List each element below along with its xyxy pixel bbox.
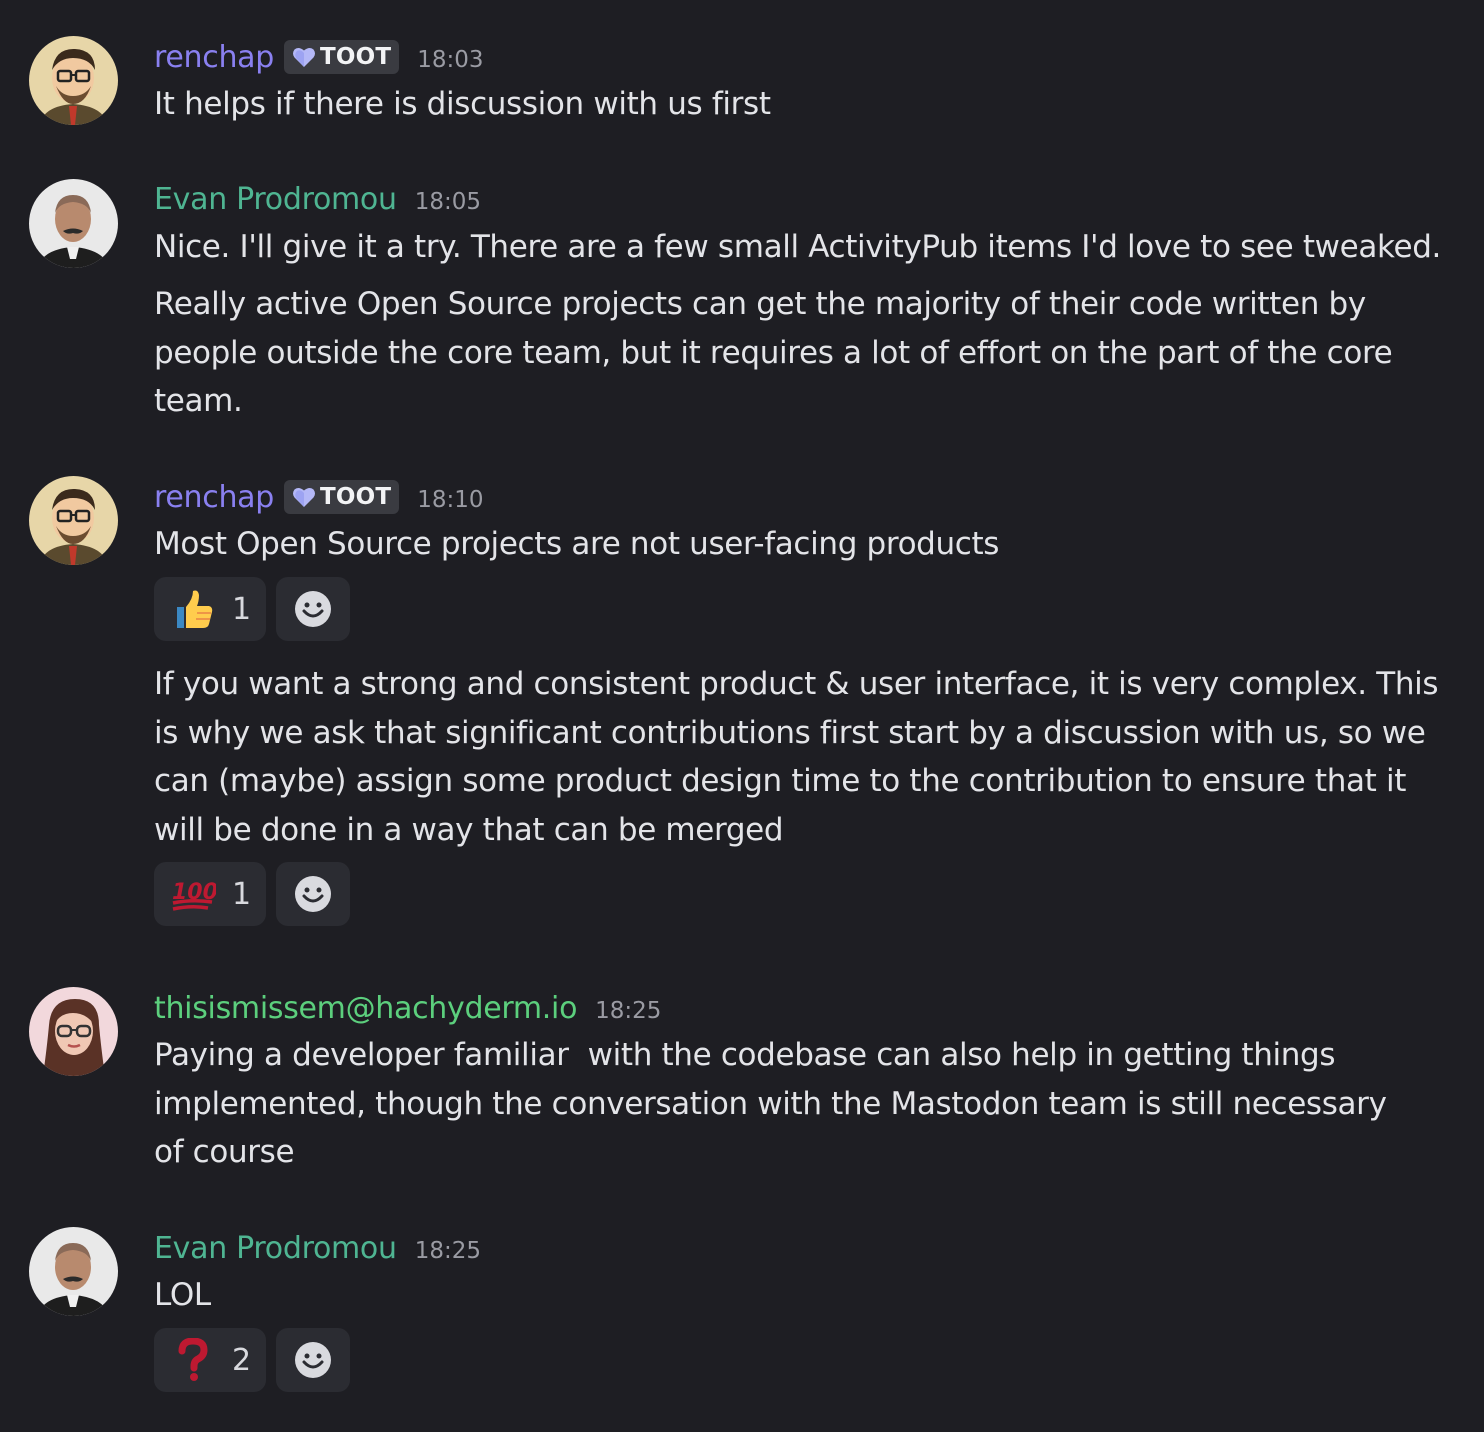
- add-reaction-icon: [295, 591, 331, 627]
- avatar-renchap[interactable]: [29, 36, 118, 125]
- timestamp[interactable]: 18:10: [417, 487, 483, 513]
- timestamp[interactable]: 18:25: [415, 1238, 481, 1264]
- timestamp[interactable]: 18:25: [595, 998, 661, 1024]
- reactions-bar: 2: [154, 1328, 350, 1392]
- reaction-thumbs-up[interactable]: 1: [154, 577, 266, 641]
- message-header: thisismissem@hachyderm.io 18:25: [154, 988, 661, 1028]
- add-reaction-button[interactable]: [276, 1328, 350, 1392]
- server-tag[interactable]: TOOT: [283, 40, 400, 74]
- message-text: If you want a strong and consistent prod…: [154, 666, 1448, 848]
- avatar-evan-image: [29, 1227, 118, 1316]
- avatar-renchap-image: [29, 36, 118, 125]
- username[interactable]: renchap: [154, 480, 274, 515]
- reactions-bar: 100 1: [154, 862, 350, 926]
- heart-icon: [292, 47, 315, 67]
- message-text: LOL: [154, 1277, 211, 1313]
- message-text: Nice. I'll give it a try. There are a fe…: [154, 229, 1442, 265]
- avatar-evan-image: [29, 179, 118, 268]
- heart-icon: [292, 487, 315, 507]
- timestamp[interactable]: 18:05: [415, 189, 481, 215]
- avatar-thisismissem[interactable]: [29, 987, 118, 1076]
- thumbs-up-icon: [170, 586, 216, 632]
- message-text: It helps if there is discussion with us …: [154, 86, 771, 122]
- username[interactable]: renchap: [154, 40, 274, 75]
- username[interactable]: Evan Prodromou: [154, 182, 397, 217]
- add-reaction-icon: [295, 876, 331, 912]
- server-tag[interactable]: TOOT: [283, 480, 400, 514]
- username[interactable]: thisismissem@hachyderm.io: [154, 991, 577, 1026]
- reaction-question-mark[interactable]: 2: [154, 1328, 266, 1392]
- server-tag-label: TOOT: [319, 484, 392, 510]
- reaction-hundred-points[interactable]: 100 1: [154, 862, 266, 926]
- reaction-count: 1: [232, 591, 252, 627]
- question-mark-icon: [170, 1337, 216, 1383]
- message-header: renchap TOOT 18:03: [154, 37, 484, 77]
- add-reaction-button[interactable]: [276, 577, 350, 641]
- avatar-thisismissem-image: [29, 987, 118, 1076]
- avatar-renchap-image: [29, 476, 118, 565]
- avatar-evan-prodromou[interactable]: [29, 179, 118, 268]
- avatar-evan-prodromou[interactable]: [29, 1227, 118, 1316]
- timestamp[interactable]: 18:03: [417, 47, 483, 73]
- message-header: Evan Prodromou 18:25: [154, 1228, 481, 1268]
- hundred-points-icon: 100: [170, 871, 216, 917]
- message-header: renchap TOOT 18:10: [154, 477, 484, 517]
- message-text: Most Open Source projects are not user-f…: [154, 526, 1000, 562]
- reaction-count: 1: [232, 876, 252, 912]
- add-reaction-button[interactable]: [276, 862, 350, 926]
- message-header: Evan Prodromou 18:05: [154, 179, 481, 219]
- add-reaction-icon: [295, 1342, 331, 1378]
- reactions-bar: 1: [154, 577, 350, 641]
- server-tag-label: TOOT: [319, 44, 392, 70]
- username[interactable]: Evan Prodromou: [154, 1231, 397, 1266]
- reaction-count: 2: [232, 1342, 252, 1378]
- avatar-renchap[interactable]: [29, 476, 118, 565]
- message-text: Really active Open Source projects can g…: [154, 286, 1402, 419]
- message-text: Paying a developer familiar with the cod…: [154, 1037, 1397, 1170]
